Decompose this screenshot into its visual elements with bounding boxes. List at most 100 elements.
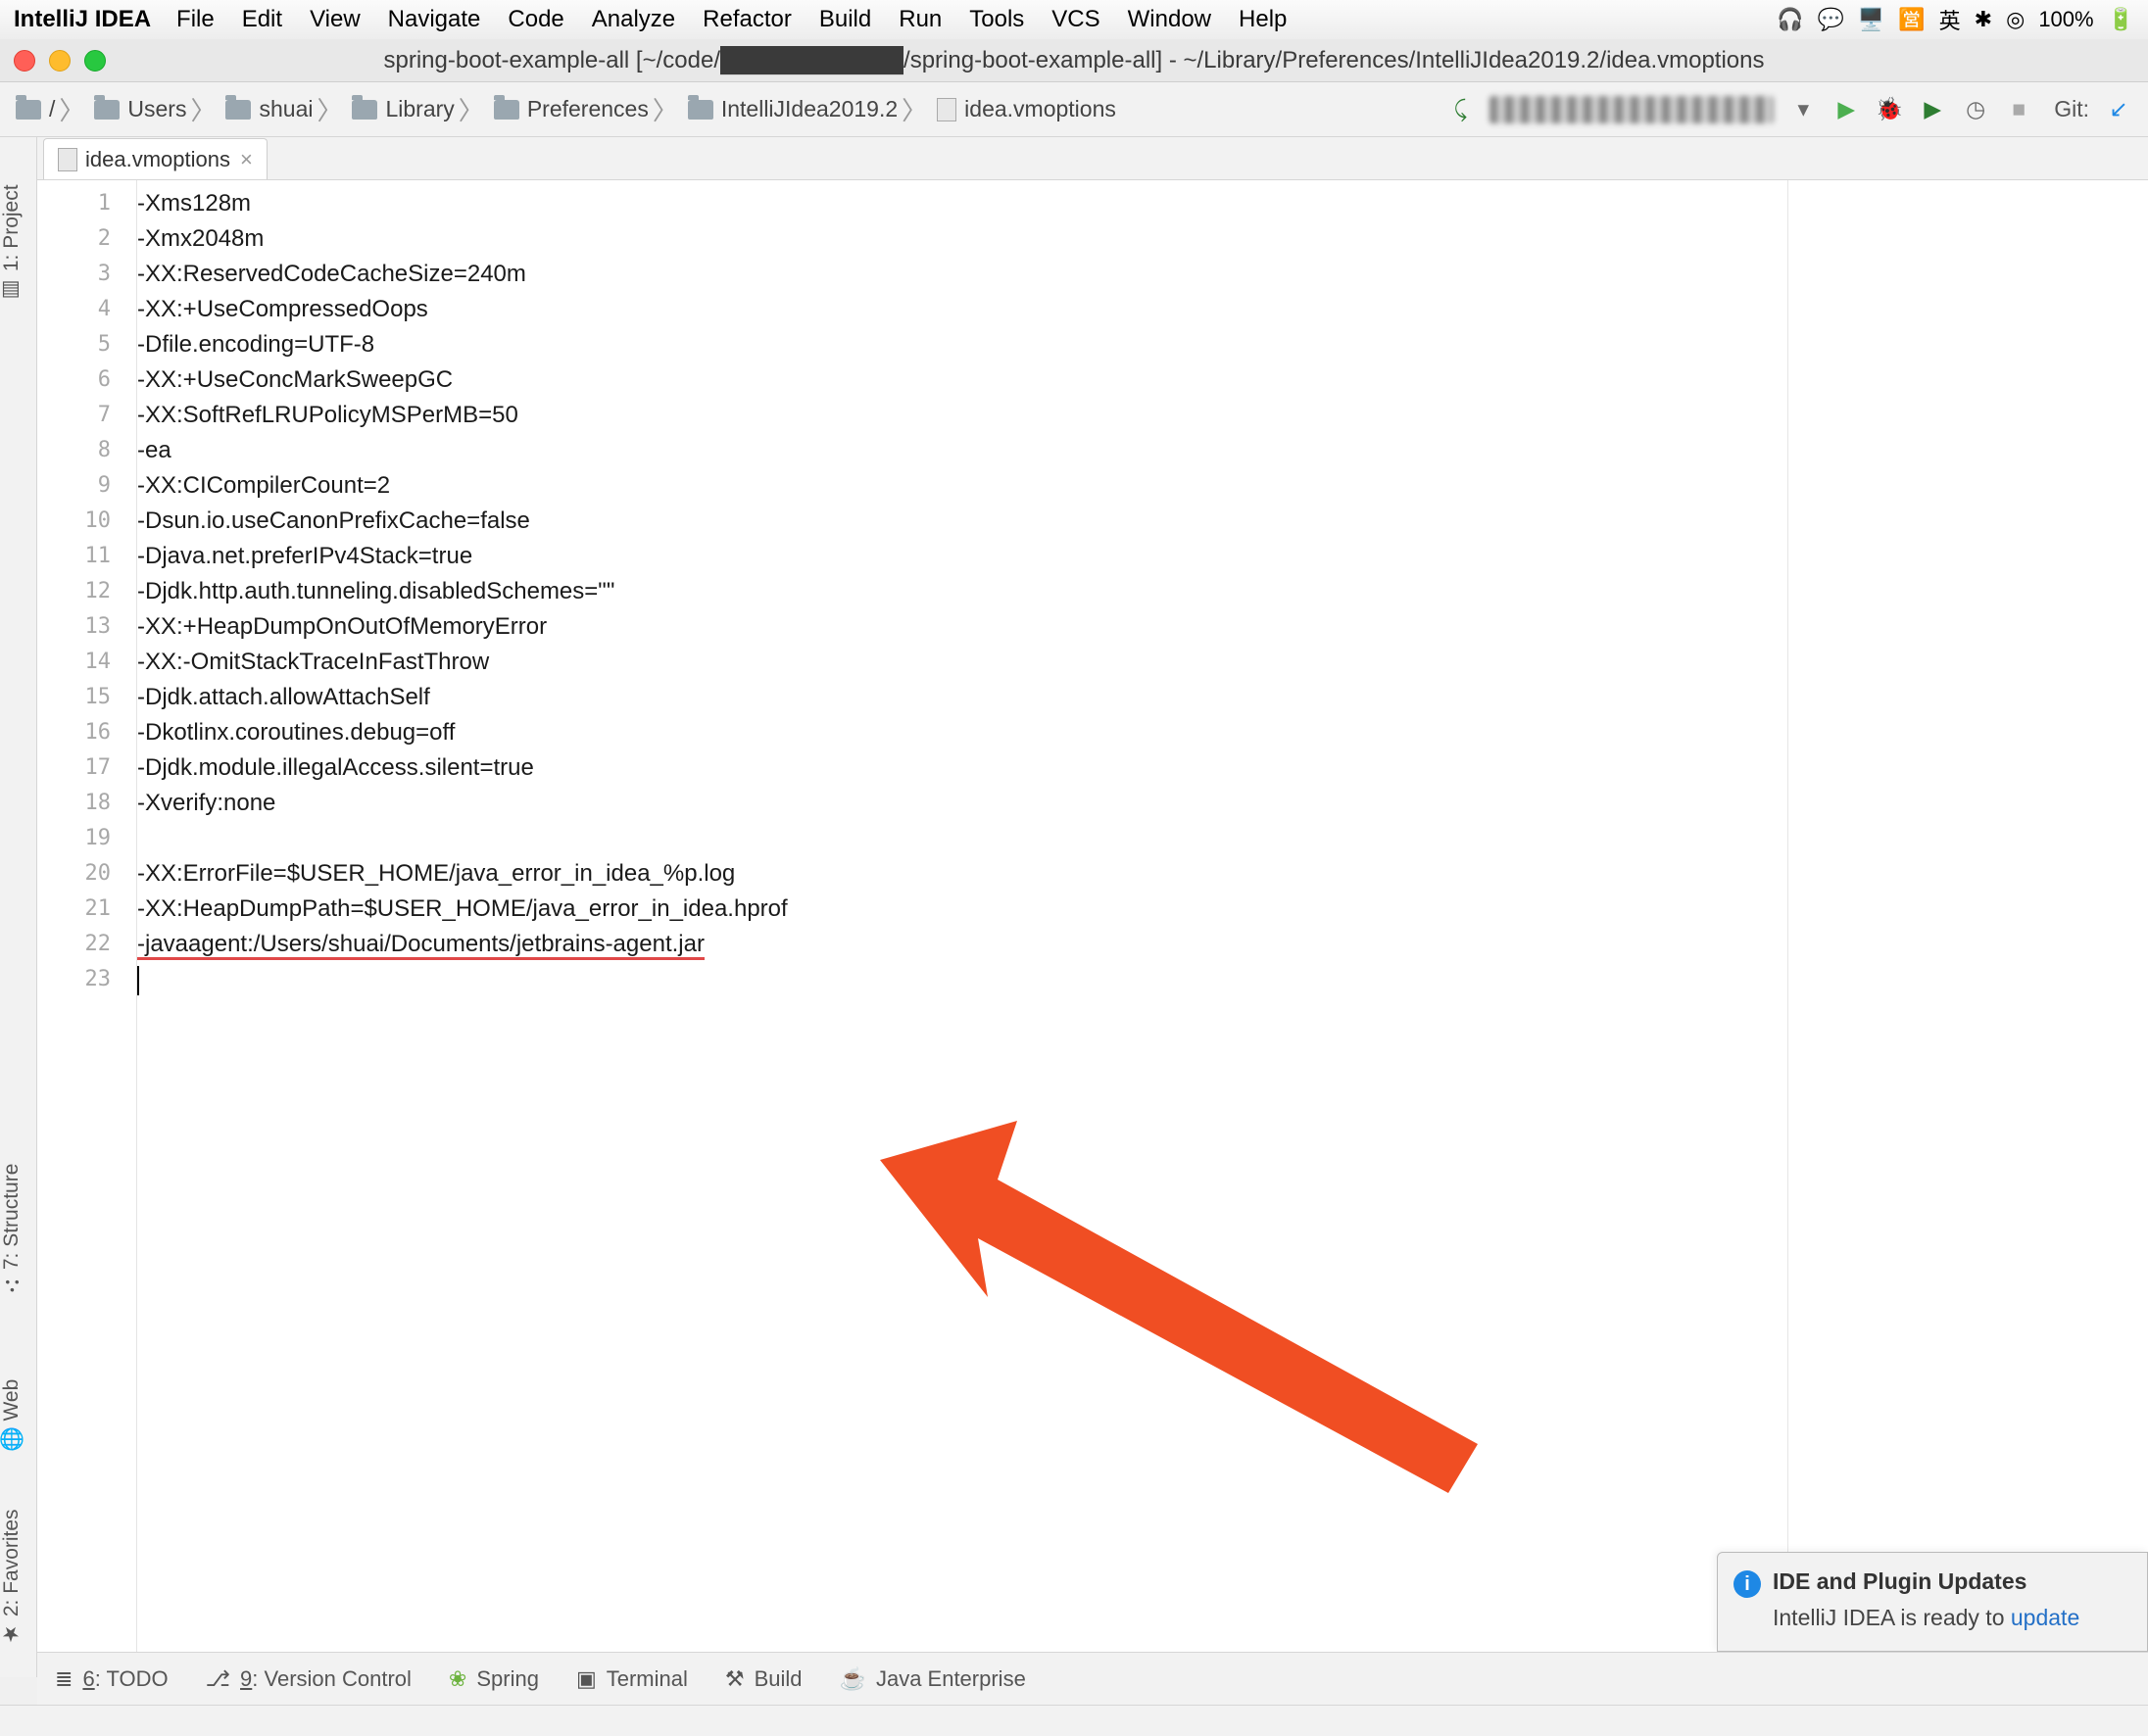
stop-button-icon[interactable]: ■	[2005, 96, 2032, 123]
breadcrumb-intellij[interactable]: IntelliJIdea2019.2〉	[688, 91, 931, 127]
menu-analyze[interactable]: Analyze	[592, 6, 675, 33]
headphones-icon[interactable]: 🎧	[1777, 7, 1803, 32]
update-link[interactable]: update	[2011, 1605, 2079, 1630]
tool-window-project[interactable]: ▤ 1: Project	[0, 170, 37, 317]
navigation-bar: /〉 Users〉 shuai〉 Library〉 Preferences〉 I…	[0, 82, 2148, 137]
tool-window-terminal[interactable]: ▣Terminal	[576, 1666, 688, 1692]
wechat-icon[interactable]: 💬	[1817, 7, 1843, 32]
line-number: 19	[37, 821, 136, 856]
code-line[interactable]: -XX:HeapDumpPath=$USER_HOME/java_error_i…	[137, 892, 2148, 927]
update-notification-popup[interactable]: i IDE and Plugin Updates IntelliJ IDEA i…	[1717, 1552, 2148, 1652]
ime2-icon[interactable]: 英	[1939, 4, 1961, 35]
code-line[interactable]: -Xmx2048m	[137, 221, 2148, 257]
code-line[interactable]: -ea	[137, 433, 2148, 468]
code-line[interactable]: -Djdk.http.auth.tunneling.disabledScheme…	[137, 574, 2148, 609]
line-number: 21	[37, 892, 136, 927]
menu-build[interactable]: Build	[819, 6, 871, 33]
line-number: 14	[37, 645, 136, 680]
tool-window-java-enterprise[interactable]: ☕Java Enterprise	[840, 1666, 1026, 1692]
zoom-window-button[interactable]	[84, 50, 106, 72]
line-number: 7	[37, 398, 136, 433]
code-line[interactable]: -Xms128m	[137, 186, 2148, 221]
menu-code[interactable]: Code	[508, 6, 563, 33]
run-config-dropdown-icon[interactable]: ▾	[1789, 96, 1817, 123]
menu-navigate[interactable]: Navigate	[388, 6, 481, 33]
tool-window-version-control[interactable]: ⎇9: Version Control	[206, 1666, 412, 1692]
folder-icon	[352, 100, 377, 120]
breadcrumb-preferences[interactable]: Preferences〉	[494, 91, 682, 127]
code-line[interactable]: -XX:+UseCompressedOops	[137, 292, 2148, 327]
ime-icon[interactable]: 🈺	[1898, 7, 1925, 32]
tool-window-build[interactable]: ⚒Build	[725, 1666, 803, 1692]
code-line[interactable]: -XX:CICompilerCount=2	[137, 468, 2148, 504]
menu-file[interactable]: File	[176, 6, 215, 33]
run-config-selector[interactable]	[1489, 96, 1774, 123]
battery-percent[interactable]: 100%	[2038, 7, 2093, 32]
line-number: 20	[37, 856, 136, 892]
line-number: 12	[37, 574, 136, 609]
code-line[interactable]	[137, 821, 2148, 856]
folder-icon	[688, 100, 713, 120]
coverage-button-icon[interactable]: ▶	[1919, 96, 1946, 123]
code-line[interactable]: -Dsun.io.useCanonPrefixCache=false	[137, 504, 2148, 539]
breadcrumb-file[interactable]: idea.vmoptions	[937, 96, 1116, 122]
mac-menubar: IntelliJ IDEA File Edit View Navigate Co…	[0, 0, 2148, 39]
menu-refactor[interactable]: Refactor	[703, 6, 792, 33]
close-window-button[interactable]	[14, 50, 35, 72]
code-line[interactable]: -Djdk.module.illegalAccess.silent=true	[137, 750, 2148, 786]
breadcrumb: /〉 Users〉 shuai〉 Library〉 Preferences〉 I…	[16, 91, 1116, 127]
line-number: 23	[37, 962, 136, 997]
code-line[interactable]: -XX:+UseConcMarkSweepGC	[137, 362, 2148, 398]
code-line[interactable]: -Djdk.attach.allowAttachSelf	[137, 680, 2148, 715]
code-area[interactable]: -Xms128m-Xmx2048m-XX:ReservedCodeCacheSi…	[137, 180, 2148, 1652]
code-line[interactable]: -XX:ErrorFile=$USER_HOME/java_error_in_i…	[137, 856, 2148, 892]
code-line[interactable]: -Xverify:none	[137, 786, 2148, 821]
code-line[interactable]: -XX:-OmitStackTraceInFastThrow	[137, 645, 2148, 680]
tool-window-structure[interactable]: ⛬ 7: Structure	[0, 1146, 37, 1313]
code-line[interactable]: -javaagent:/Users/shuai/Documents/jetbra…	[137, 927, 2148, 962]
minimize-window-button[interactable]	[49, 50, 71, 72]
breadcrumb-root[interactable]: /〉	[16, 91, 88, 127]
code-line[interactable]: -Dkotlinx.coroutines.debug=off	[137, 715, 2148, 750]
breadcrumb-shuai[interactable]: shuai〉	[225, 91, 346, 127]
window-title: spring-boot-example-all [~/code/████████…	[0, 47, 2148, 74]
breadcrumb-users[interactable]: Users〉	[94, 91, 220, 127]
breadcrumb-library[interactable]: Library〉	[352, 91, 487, 127]
code-line[interactable]: -XX:ReservedCodeCacheSize=240m	[137, 257, 2148, 292]
line-number: 1	[37, 186, 136, 221]
menu-vcs[interactable]: VCS	[1051, 6, 1099, 33]
folder-icon	[225, 100, 251, 120]
build-hammer-icon[interactable]: ⤹	[1446, 96, 1474, 123]
run-button-icon[interactable]: ▶	[1832, 96, 1860, 123]
tool-window-web[interactable]: 🌐 Web	[0, 1362, 37, 1470]
menu-window[interactable]: Window	[1128, 6, 1211, 33]
menu-help[interactable]: Help	[1239, 6, 1287, 33]
line-number: 22	[37, 927, 136, 962]
profiler-button-icon[interactable]: ◷	[1962, 96, 1989, 123]
tool-window-todo[interactable]: ≣6: TODO	[55, 1666, 169, 1692]
menu-view[interactable]: View	[310, 6, 361, 33]
app-name: IntelliJ IDEA	[14, 6, 151, 33]
tab-idea-vmoptions[interactable]: idea.vmoptions ×	[43, 138, 268, 179]
bluetooth-icon[interactable]: ✱	[1975, 7, 1992, 32]
code-line[interactable]: -XX:SoftRefLRUPolicyMSPerMB=50	[137, 398, 2148, 433]
code-line[interactable]: -Dfile.encoding=UTF-8	[137, 327, 2148, 362]
battery-icon[interactable]: 🔋	[2108, 7, 2134, 32]
code-line[interactable]	[137, 962, 2148, 997]
git-update-icon[interactable]: ↙	[2105, 96, 2132, 123]
close-tab-icon[interactable]: ×	[240, 147, 253, 172]
menu-tools[interactable]: Tools	[969, 6, 1024, 33]
code-line[interactable]: -XX:+HeapDumpOnOutOfMemoryError	[137, 609, 2148, 645]
editor[interactable]: 1234567891011121314151617181920212223 -X…	[37, 180, 2148, 1652]
wifi-icon[interactable]: ◎	[2006, 7, 2025, 32]
tool-window-favorites[interactable]: ★ 2: Favorites	[0, 1489, 37, 1665]
code-line[interactable]: -Djava.net.preferIPv4Stack=true	[137, 539, 2148, 574]
display-icon[interactable]: 🖥️	[1858, 7, 1884, 32]
debug-button-icon[interactable]: 🐞	[1876, 96, 1903, 123]
menu-run[interactable]: Run	[899, 6, 942, 33]
line-number: 3	[37, 257, 136, 292]
menu-edit[interactable]: Edit	[242, 6, 282, 33]
tool-window-spring[interactable]: ❀Spring	[449, 1666, 539, 1692]
line-number: 16	[37, 715, 136, 750]
line-number: 2	[37, 221, 136, 257]
